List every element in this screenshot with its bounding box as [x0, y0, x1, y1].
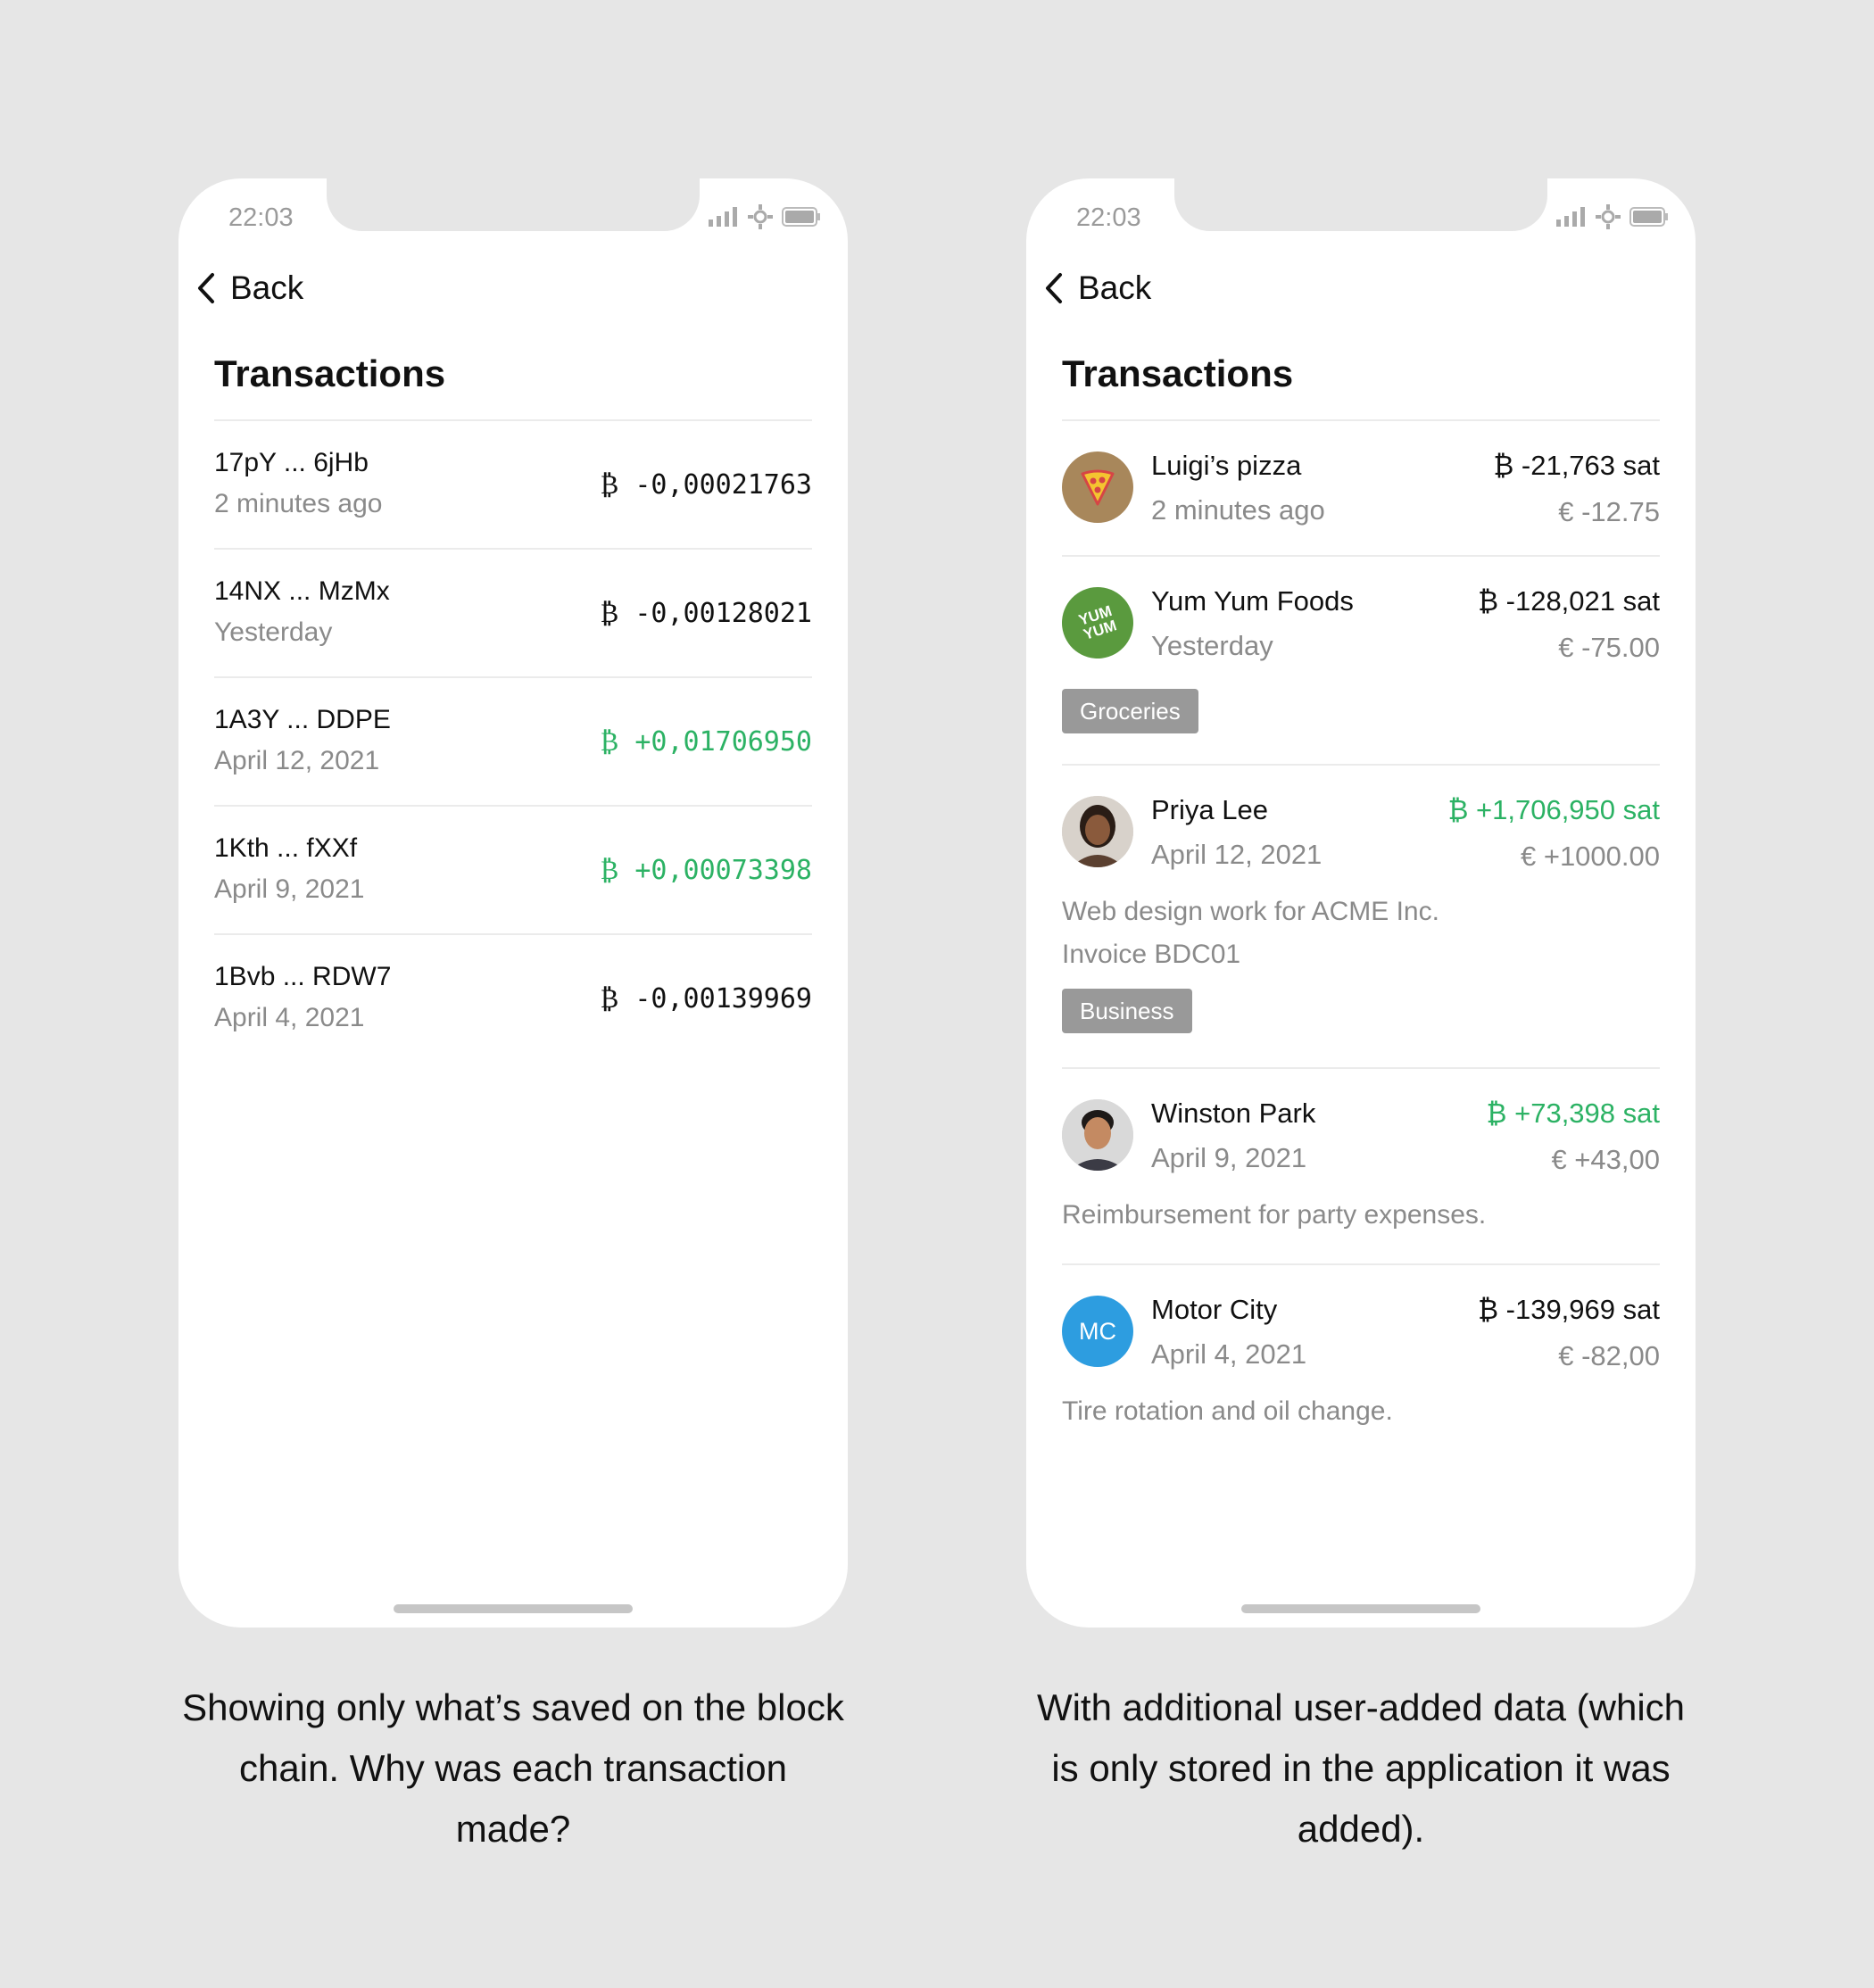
person-photo-icon [1062, 1099, 1133, 1171]
note-line: Web design work for ACME Inc. [1062, 897, 1439, 926]
transaction-list: Luigi’s pizza 2 minutes ago ₿ -21,763 sat… [1052, 419, 1660, 1444]
status-time: 22:03 [1076, 203, 1141, 232]
network-icon [748, 204, 773, 229]
note-line: Invoice BDC01 [1062, 940, 1241, 969]
payee-name: Priya Lee [1151, 794, 1268, 825]
battery-icon [782, 207, 820, 227]
category-tag[interactable]: Groceries [1062, 689, 1198, 733]
transaction-date: Yesterday [1151, 630, 1273, 661]
avatar [1062, 796, 1133, 867]
transaction-address: 17pY ... 6jHb [214, 448, 369, 477]
phone-notch [1174, 178, 1547, 231]
transaction-row[interactable]: 1Bvb ... RDW7 April 4, 2021 ₿ -0,00139969 [214, 933, 812, 1062]
amount-btc: ₿ +1,706,950 sat [1447, 794, 1660, 825]
phone-screen-right: 22:03 Back Transactions Luigi’s pizza 2 m… [1026, 178, 1696, 1628]
home-indicator[interactable] [394, 1604, 633, 1613]
person-photo-icon [1062, 796, 1133, 867]
amount-btc: ₿ +73,398 sat [1486, 1098, 1660, 1129]
transaction-amount: ₿ -0,00128021 [600, 598, 812, 629]
phone-screen-left: 22:03 Back Transactions 17pY ... 6jHb 2 m… [178, 178, 848, 1628]
amount-btc: ₿ -21,763 sat [1493, 450, 1660, 481]
avatar [1062, 1099, 1133, 1171]
transaction-date: 2 minutes ago [1151, 494, 1325, 526]
amount-eur: € +43,00 [1551, 1144, 1660, 1175]
status-bar-icons [1556, 204, 1669, 229]
transaction-note: Web design work for ACME Inc. Invoice BD… [1062, 890, 1439, 976]
transaction-row[interactable]: Priya Lee April 12, 2021 ₿ +1,706,950 sat… [1062, 764, 1660, 1067]
page-title: Transactions [1062, 352, 1294, 394]
transaction-list: 17pY ... 6jHb 2 minutes ago ₿ -0,00021763… [214, 419, 812, 1062]
transaction-amount: ₿ +0,01706950 [600, 726, 812, 758]
caption-right: With additional user-added data (which i… [1036, 1686, 1686, 1850]
back-button[interactable]: Back [196, 269, 303, 307]
back-button[interactable]: Back [1044, 269, 1151, 307]
transaction-amount: ₿ +0,00073398 [600, 855, 812, 886]
signal-icon [709, 207, 737, 227]
amount-btc: ₿ -128,021 sat [1478, 585, 1660, 617]
caption-left: Showing only what’s saved on the block c… [182, 1686, 844, 1850]
transaction-amount: ₿ -0,00139969 [600, 983, 812, 1015]
transaction-row[interactable]: Luigi’s pizza 2 minutes ago ₿ -21,763 sat… [1062, 419, 1660, 555]
payee-name: Luigi’s pizza [1151, 450, 1302, 481]
amount-eur: € -82,00 [1558, 1340, 1660, 1371]
transaction-note: Tire rotation and oil change. [1062, 1390, 1393, 1433]
note-line: Reimbursement for party expenses. [1062, 1200, 1487, 1230]
home-indicator[interactable] [1241, 1604, 1480, 1613]
transaction-date: April 12, 2021 [1151, 839, 1323, 870]
transaction-row[interactable]: 14NX ... MzMx Yesterday ₿ -0,00128021 [214, 548, 812, 676]
battery-icon [1629, 207, 1668, 227]
status-bar-icons [709, 204, 821, 229]
transaction-note: Reimbursement for party expenses. [1062, 1194, 1486, 1237]
transaction-date: April 4, 2021 [214, 1003, 365, 1032]
phone-notch [327, 178, 700, 231]
payee-name: Winston Park [1151, 1098, 1316, 1129]
note-line: Tire rotation and oil change. [1062, 1396, 1393, 1426]
back-label: Back [230, 269, 304, 306]
chevron-left-icon [198, 273, 214, 303]
transaction-date: Yesterday [214, 617, 333, 647]
amount-btc: ₿ -139,969 sat [1478, 1294, 1660, 1325]
transaction-address: 1Kth ... fXXf [214, 833, 358, 863]
transaction-amount: ₿ -0,00021763 [600, 469, 812, 501]
payee-name: Motor City [1151, 1294, 1278, 1325]
page-title: Transactions [214, 352, 446, 394]
transaction-address: 1A3Y ... DDPE [214, 705, 391, 734]
pizza-icon [1062, 451, 1133, 523]
transaction-row[interactable]: Winston Park April 9, 2021 ₿ +73,398 sat €… [1062, 1067, 1660, 1263]
yumyum-logo: YUM YUM [1052, 577, 1143, 668]
initials-avatar: MC [1062, 1296, 1133, 1367]
transaction-date: April 4, 2021 [1151, 1338, 1307, 1370]
transaction-address: 14NX ... MzMx [214, 576, 390, 606]
avatar-initials: MC [1079, 1317, 1116, 1345]
transaction-row[interactable]: 1A3Y ... DDPE April 12, 2021 ₿ +0,0170695… [214, 676, 812, 805]
amount-eur: € +1000.00 [1520, 841, 1660, 872]
status-time: 22:03 [228, 203, 294, 232]
amount-eur: € -75.00 [1558, 632, 1660, 663]
signal-icon [1556, 207, 1585, 227]
payee-name: Yum Yum Foods [1151, 585, 1354, 617]
amount-eur: € -12.75 [1558, 496, 1660, 527]
transaction-date: 2 minutes ago [214, 489, 383, 518]
transaction-row[interactable]: 17pY ... 6jHb 2 minutes ago ₿ -0,00021763 [214, 419, 812, 548]
transaction-date: April 12, 2021 [214, 746, 380, 775]
transaction-address: 1Bvb ... RDW7 [214, 962, 392, 991]
category-tag[interactable]: Business [1062, 989, 1192, 1033]
network-icon [1596, 204, 1621, 229]
transaction-date: April 9, 2021 [214, 874, 365, 904]
transaction-row[interactable]: MC Motor City April 4, 2021 ₿ -139,969 sa… [1062, 1263, 1660, 1444]
back-label: Back [1078, 269, 1152, 306]
transaction-date: April 9, 2021 [1151, 1142, 1307, 1173]
transaction-row[interactable]: 1Kth ... fXXf April 9, 2021 ₿ +0,00073398 [214, 805, 812, 933]
transaction-row[interactable]: YUM YUM Yum Yum Foods Yesterday ₿ -128,02… [1052, 555, 1660, 764]
chevron-left-icon [1046, 273, 1062, 303]
